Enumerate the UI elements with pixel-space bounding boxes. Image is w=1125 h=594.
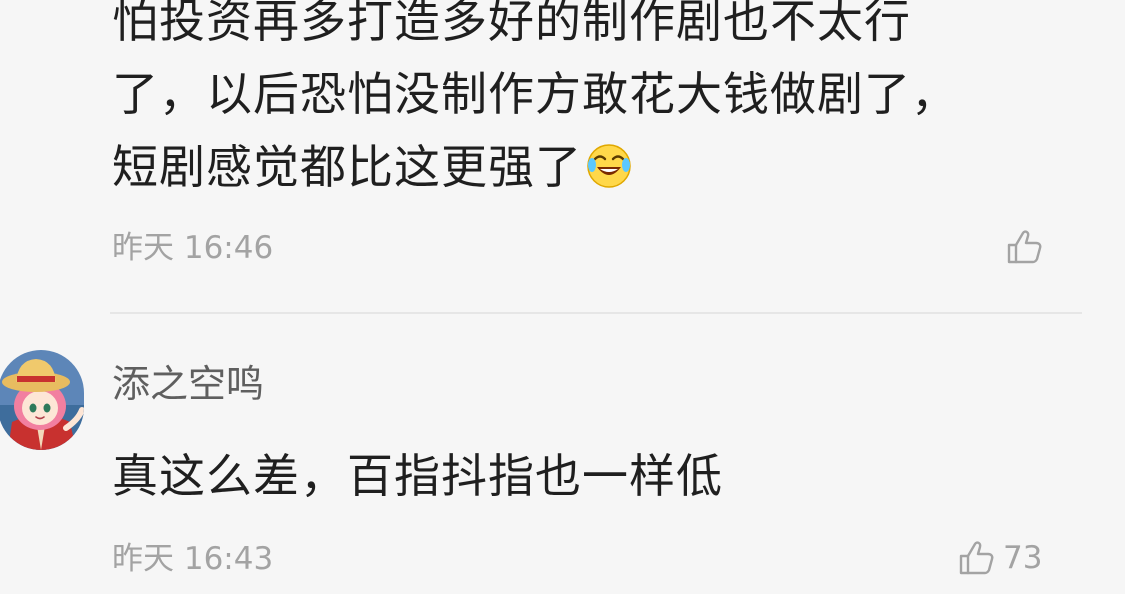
thumbs-up-icon bbox=[1005, 228, 1043, 266]
comment-line: 了，以后恐怕没制作方敢花大钱做剧了， bbox=[112, 67, 958, 121]
username[interactable]: 添之空鸣 bbox=[112, 360, 264, 408]
comment-body: 真这么差，百指抖指也一样低 bbox=[112, 449, 723, 503]
comment-timestamp: 昨天 16:43 bbox=[112, 541, 274, 577]
comment-line: 短剧感觉都比这更强了 bbox=[112, 131, 958, 204]
thumbs-up-icon bbox=[957, 539, 995, 577]
comment-body: 怕投资再多打造多好的制作剧也不太行 了，以后恐怕没制作方敢花大钱做剧了， 短剧感… bbox=[112, 0, 958, 204]
like-button[interactable] bbox=[1005, 228, 1051, 266]
comment-timestamp: 昨天 16:46 bbox=[112, 230, 274, 266]
like-button[interactable]: 73 bbox=[957, 539, 1042, 577]
avatar[interactable] bbox=[0, 350, 84, 450]
like-count: 73 bbox=[1003, 540, 1043, 576]
laughing-crying-emoji-icon bbox=[586, 137, 632, 188]
comment-line-text: 短剧感觉都比这更强了 bbox=[112, 140, 582, 194]
comment-thread: 怕投资再多打造多好的制作剧也不太行 了，以后恐怕没制作方敢花大钱做剧了， 短剧感… bbox=[0, 0, 1125, 594]
comment-divider bbox=[110, 312, 1082, 314]
comment-line: 怕投资再多打造多好的制作剧也不太行 bbox=[112, 0, 911, 48]
